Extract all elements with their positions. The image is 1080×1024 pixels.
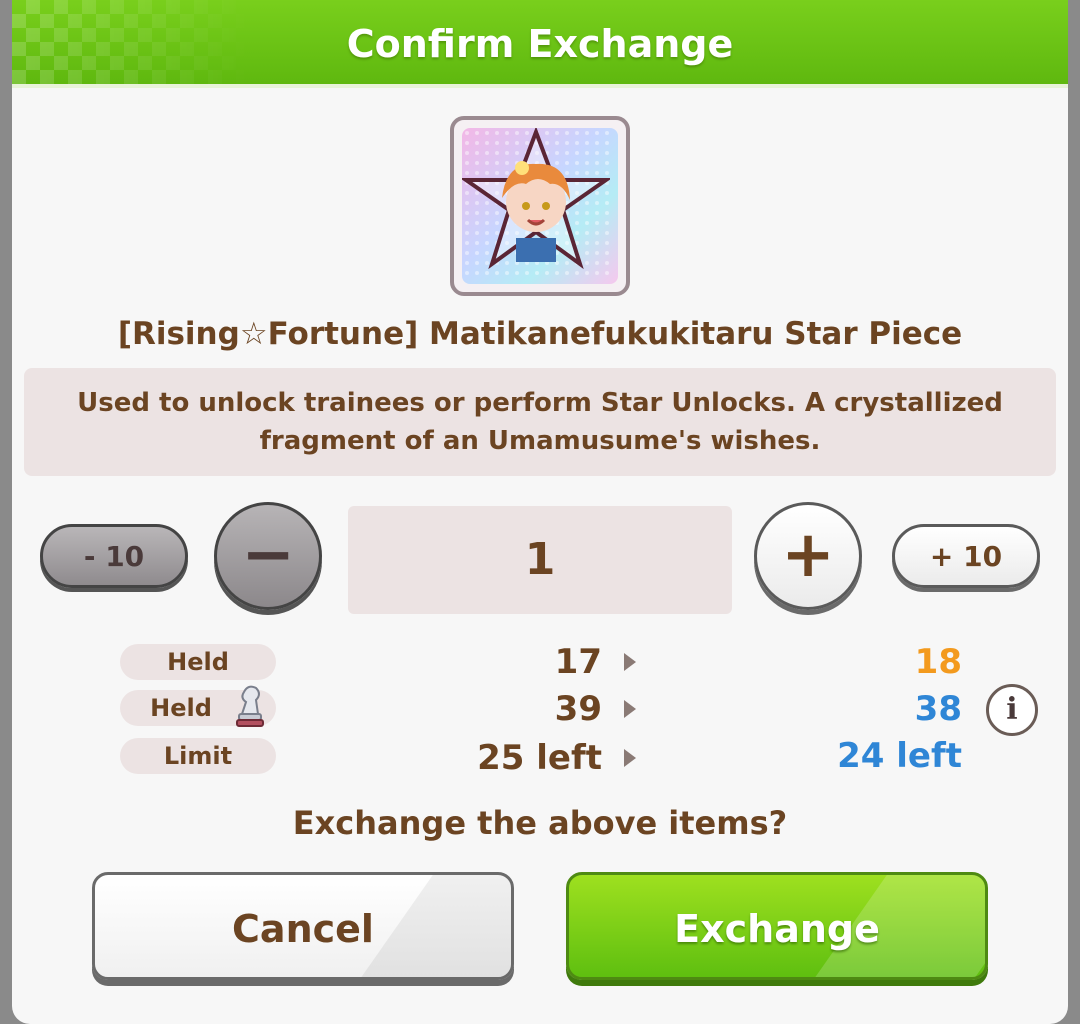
decrement-button[interactable]: − bbox=[214, 502, 322, 610]
chess-piece-icon bbox=[236, 685, 264, 727]
confirm-question: Exchange the above items? bbox=[292, 804, 788, 842]
plus-10-button[interactable]: + 10 bbox=[892, 524, 1040, 588]
limit-current: 25 left bbox=[477, 738, 602, 778]
item-name: [Rising☆Fortune] Matikanefukukitaru Star… bbox=[117, 316, 963, 352]
description-line-2: fragment of an Umamusume's wishes. bbox=[259, 426, 821, 456]
character-portrait-icon bbox=[462, 128, 618, 284]
held-current: 17 bbox=[554, 642, 602, 682]
limit-after: 24 left bbox=[837, 736, 962, 776]
minus-10-button[interactable]: - 10 bbox=[40, 524, 188, 588]
info-button[interactable]: i bbox=[986, 684, 1038, 736]
exchange-button-label: Exchange bbox=[674, 907, 880, 951]
cancel-button-label: Cancel bbox=[232, 907, 374, 951]
description-line-1: Used to unlock trainees or perform Star … bbox=[77, 388, 1003, 418]
title-bar: Confirm Exchange bbox=[12, 0, 1068, 88]
button-sheen bbox=[357, 875, 511, 977]
trophy-current: 39 bbox=[554, 689, 602, 729]
limit-label: Limit bbox=[120, 738, 276, 774]
cancel-button[interactable]: Cancel bbox=[92, 872, 514, 980]
confirm-exchange-dialog: Confirm Exchange [Rising☆Fortune] Matika… bbox=[12, 0, 1068, 1024]
arrow-right-icon bbox=[624, 700, 636, 718]
held-after: 18 bbox=[914, 642, 962, 682]
quantity-display: 1 bbox=[348, 506, 732, 614]
item-description: Used to unlock trainees or perform Star … bbox=[24, 368, 1056, 476]
held-label: Held bbox=[120, 644, 276, 680]
exchange-button[interactable]: Exchange bbox=[566, 872, 988, 980]
dialog-title: Confirm Exchange bbox=[346, 22, 734, 66]
held-trophy-label: Held bbox=[120, 685, 276, 727]
held-trophy-label-text: Held bbox=[150, 694, 212, 722]
increment-button[interactable]: + bbox=[754, 502, 862, 610]
item-icon-frame bbox=[450, 116, 630, 296]
trophy-after: 38 bbox=[914, 689, 962, 729]
arrow-right-icon bbox=[624, 653, 636, 671]
arrow-right-icon bbox=[624, 749, 636, 767]
